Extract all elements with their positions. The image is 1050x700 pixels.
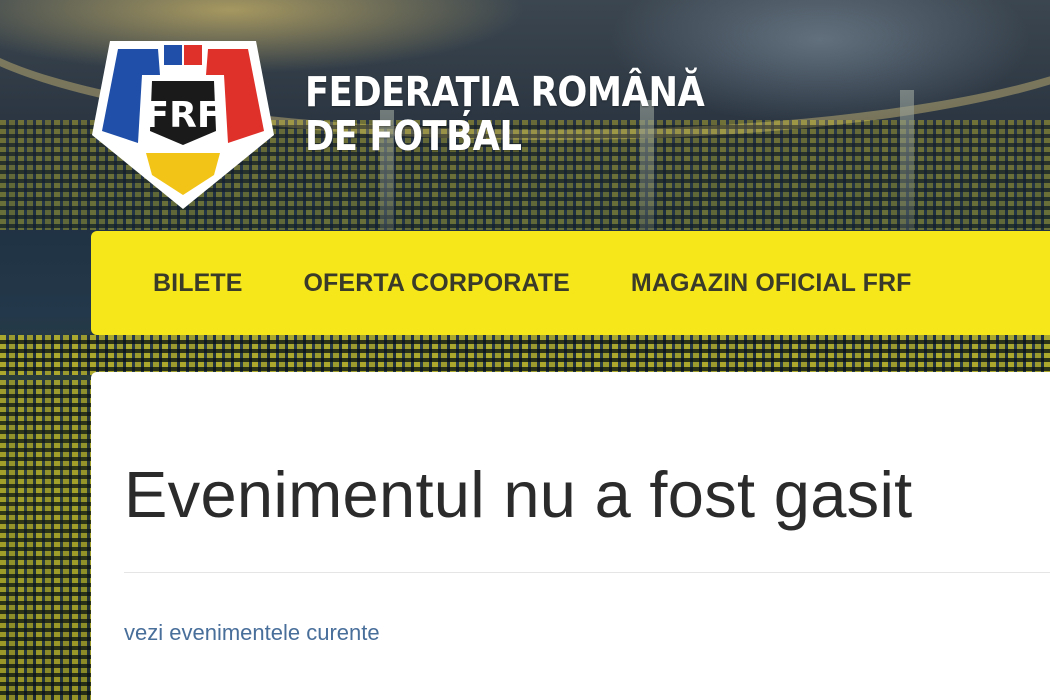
organization-name-line1: FEDERAȚIA ROMÂNĂ <box>305 68 705 116</box>
stadium-pillar <box>900 90 914 230</box>
logo-text: FRF <box>145 95 222 136</box>
nav-item-magazin-oficial[interactable]: MAGAZIN OFICIAL FRF <box>631 269 912 298</box>
organization-name[interactable]: FEDERAȚIA ROMÂNĂ DE FOTBAL <box>305 68 705 160</box>
stadium-seats-middle <box>0 335 1050 375</box>
organization-name-line2: DE FOTBAL <box>305 112 522 160</box>
page-title: Evenimentul nu a fost gasit <box>124 458 913 531</box>
divider <box>124 572 1050 573</box>
content-panel: Evenimentul nu a fost gasit vezi evenime… <box>91 372 1050 700</box>
frf-shield-icon: FRF <box>92 41 274 209</box>
main-nav: BILETE OFERTA CORPORATE MAGAZIN OFICIAL … <box>91 231 1050 335</box>
nav-item-oferta-corporate[interactable]: OFERTA CORPORATE <box>304 269 570 298</box>
nav-item-bilete[interactable]: BILETE <box>153 269 243 298</box>
page: FRF FEDERAȚIA ROMÂNĂ DE FOTBAL BILETE OF… <box>0 0 1050 700</box>
current-events-link[interactable]: vezi evenimentele curente <box>124 620 380 646</box>
stadium-seats-left <box>0 380 92 700</box>
frf-logo[interactable]: FRF <box>90 35 276 211</box>
